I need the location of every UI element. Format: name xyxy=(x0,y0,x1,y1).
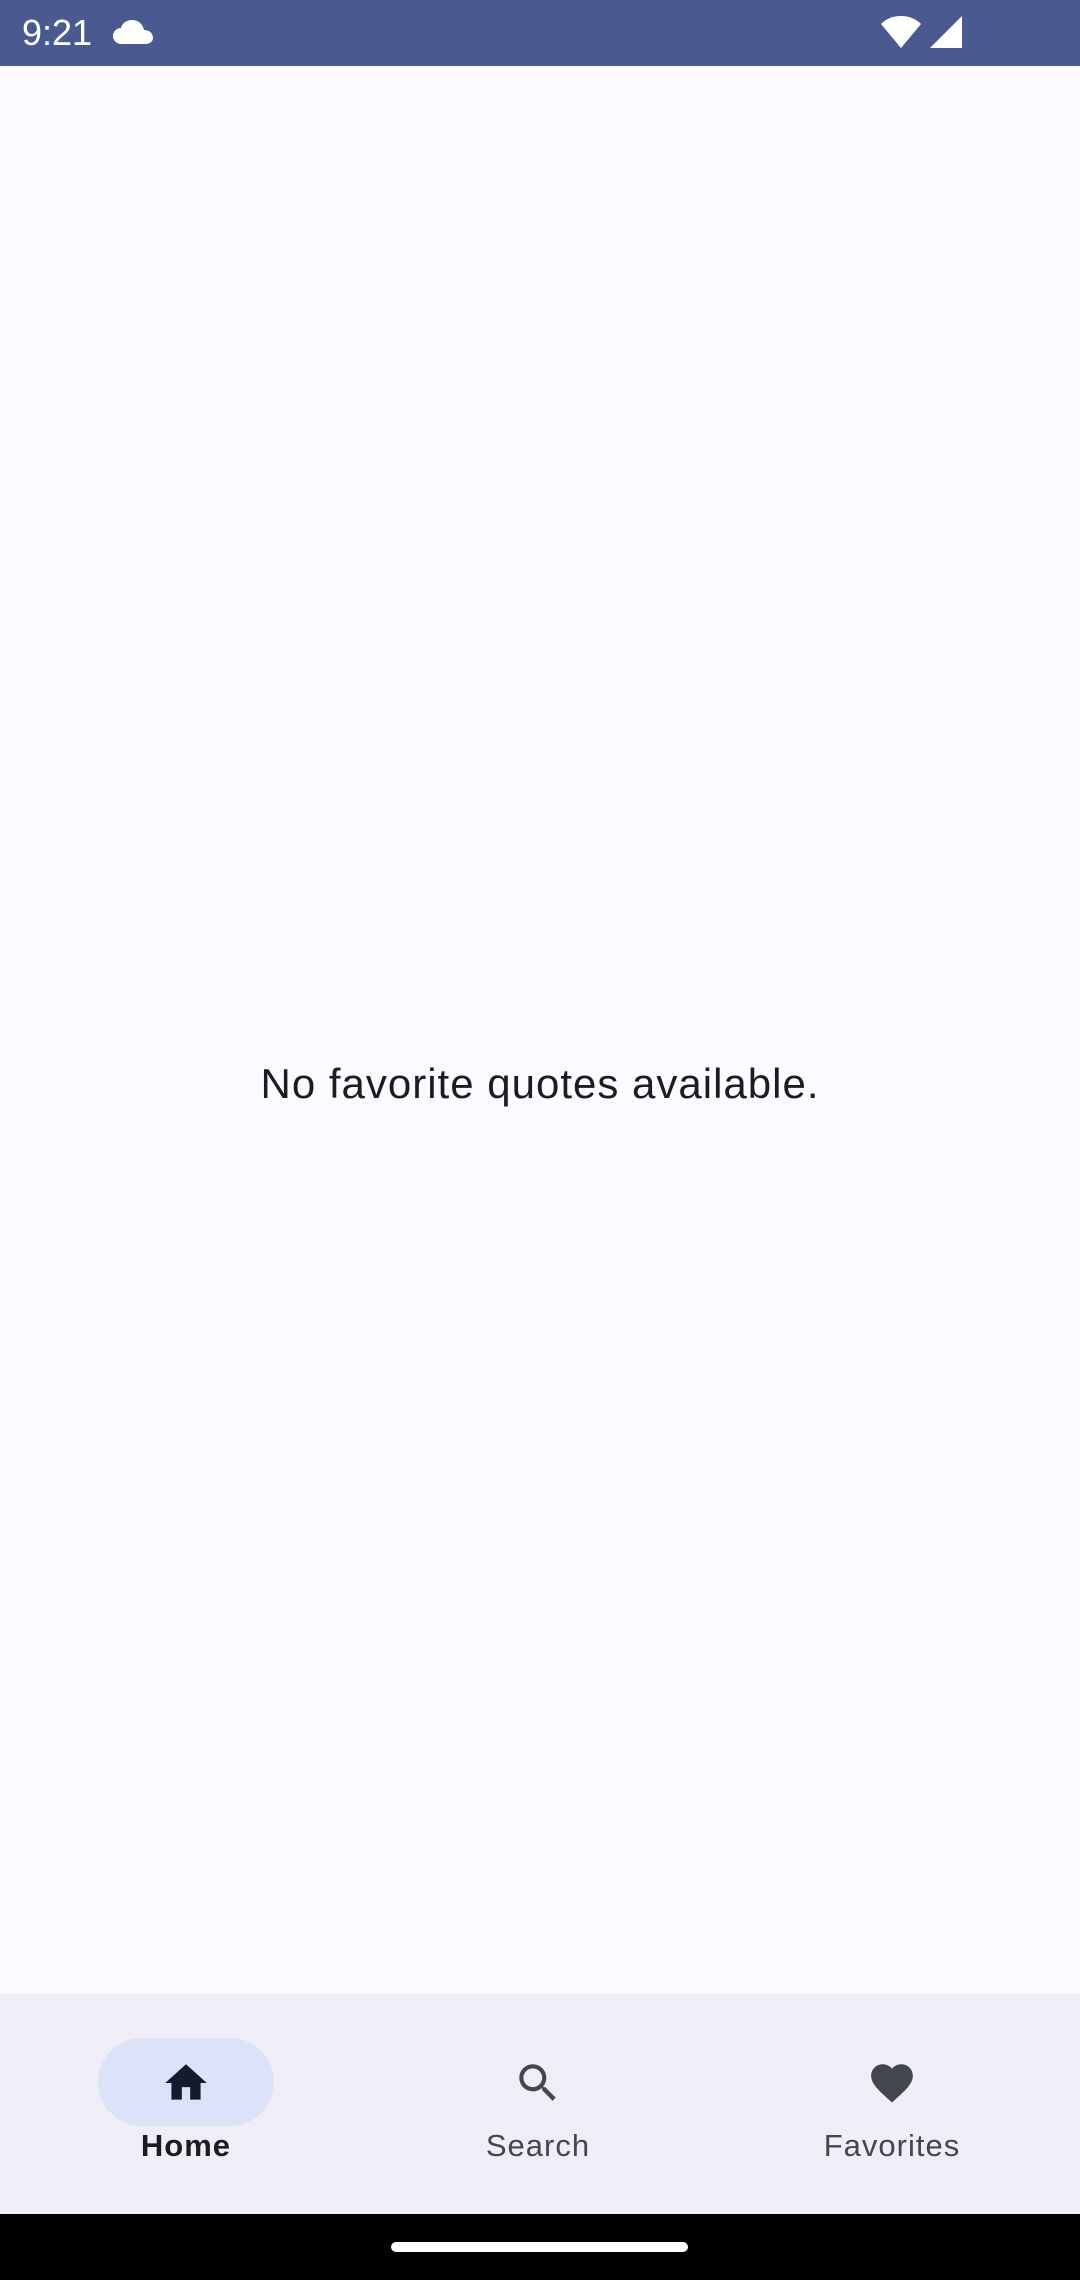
home-gesture-handle[interactable] xyxy=(391,2242,688,2252)
main-content: No favorite quotes available. xyxy=(0,66,1080,1994)
nav-item-favorites[interactable]: Favorites xyxy=(712,1994,1072,2214)
cloud-icon xyxy=(113,20,153,44)
status-time: 9:21 xyxy=(22,12,93,53)
wifi-icon xyxy=(881,16,921,48)
nav-label-home: Home xyxy=(140,2128,232,2163)
system-gesture-bar xyxy=(0,2214,1080,2280)
nav-label-favorites: Favorites xyxy=(823,2128,961,2163)
nav-item-search[interactable]: Search xyxy=(358,1994,718,2214)
status-bar: 9:21 xyxy=(0,0,1080,66)
home-icon xyxy=(165,2064,207,2100)
empty-state-message: No favorite quotes available. xyxy=(260,1060,820,1107)
bottom-navigation-bar: Home Search Favorites xyxy=(0,1994,1080,2214)
search-icon xyxy=(519,2064,556,2101)
nav-item-home[interactable]: Home xyxy=(6,1994,366,2214)
nav-label-search: Search xyxy=(485,2128,591,2163)
heart-icon xyxy=(871,2064,913,2103)
signal-icon xyxy=(930,16,962,48)
